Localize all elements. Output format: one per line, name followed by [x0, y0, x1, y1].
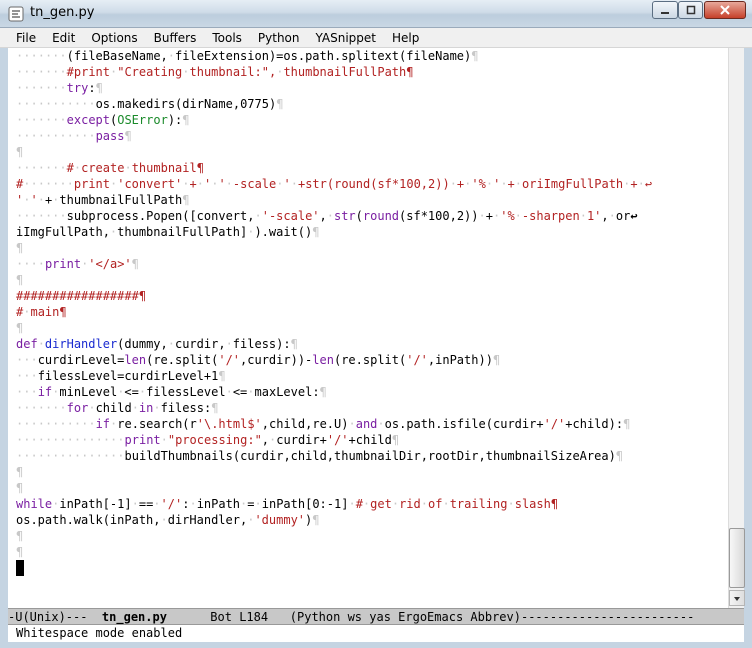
menu-tools[interactable]: Tools	[204, 28, 250, 48]
code-line[interactable]: while·inPath[-1]·==·'/':·inPath·=·inPath…	[16, 496, 558, 512]
menu-buffers[interactable]: Buffers	[146, 28, 205, 48]
menu-python[interactable]: Python	[250, 28, 308, 48]
scroll-down-button[interactable]	[729, 590, 745, 606]
window-frame-bottom	[0, 642, 752, 648]
code-line[interactable]: ···········os.makedirs(dirName,0775)¶	[16, 96, 283, 112]
code-line[interactable]: ···············buildThumbnails(curdir,ch…	[16, 448, 623, 464]
code-line[interactable]: #·······print·'convert'·+·'·'·-scale·'·+…	[16, 176, 652, 192]
code-line[interactable]: ¶	[16, 528, 23, 544]
code-line[interactable]: ¶	[16, 272, 23, 288]
code-editor[interactable]: ·······(fileBaseName,·fileExtension)=os.…	[8, 48, 728, 608]
code-line[interactable]: ···curdirLevel=len(re.split('/',curdir))…	[16, 352, 500, 368]
code-line[interactable]: ·······subprocess.Popen([convert,·'-scal…	[16, 208, 638, 224]
menu-options[interactable]: Options	[83, 28, 145, 48]
window-titlebar[interactable]: tn_gen.py	[0, 0, 752, 28]
code-line[interactable]: ···············print·"processing:",·curd…	[16, 432, 399, 448]
code-line[interactable]: ·······#print·"Creating·thumbnail:",·thu…	[16, 64, 413, 80]
modeline-position: Bot L184	[166, 610, 290, 624]
code-line[interactable]: ·······#·create·thumbnail¶	[16, 160, 204, 176]
text-cursor	[16, 560, 24, 576]
code-line[interactable]: ···filessLevel=curdirLevel+1¶	[16, 368, 226, 384]
modeline-prefix: -U(Unix)---	[8, 610, 102, 624]
code-line[interactable]: ···········if·re.search(r'\.html$',child…	[16, 416, 630, 432]
code-line[interactable]: #################¶	[16, 288, 146, 304]
maximize-button[interactable]	[678, 1, 703, 19]
window-title: tn_gen.py	[30, 5, 95, 20]
code-line[interactable]: ·······except(OSError):¶	[16, 112, 190, 128]
code-line[interactable]: ¶	[16, 144, 23, 160]
modeline-modes: (Python ws yas ErgoEmacs Abbrev)	[289, 610, 521, 624]
code-line[interactable]: ···if·minLevel·<=·filessLevel·<=·maxLeve…	[16, 384, 327, 400]
code-line[interactable]: '·'·+·thumbnailFullPath¶	[16, 192, 189, 208]
close-button[interactable]	[704, 1, 746, 19]
chevron-down-icon	[734, 597, 740, 601]
code-line[interactable]: iImgFullPath,·thumbnailFullPath]·).wait(…	[16, 224, 319, 240]
vertical-scrollbar[interactable]	[728, 48, 745, 608]
minimize-icon	[661, 12, 669, 14]
minimize-button[interactable]	[652, 1, 678, 19]
mode-line[interactable]: -U(Unix)--- tn_gen.py Bot L184 (Python w…	[8, 608, 744, 625]
code-line[interactable]: ·······for·child·in·filess:¶	[16, 400, 218, 416]
code-line[interactable]: ¶	[16, 240, 23, 256]
minibuffer-message: Whitespace mode enabled	[8, 625, 744, 642]
code-line[interactable]: ¶	[16, 480, 23, 496]
code-line[interactable]: def·dirHandler(dummy,·curdir,·filess):¶	[16, 336, 298, 352]
code-line[interactable]: ···········pass¶	[16, 128, 132, 144]
menu-edit[interactable]: Edit	[44, 28, 83, 48]
modeline-fill: ------------------------	[520, 610, 695, 624]
menu-yasnippet[interactable]: YASnippet	[308, 28, 385, 48]
window-frame-right	[744, 48, 752, 648]
code-line[interactable]: os.path.walk(inPath,·dirHandler,·'dummy'…	[16, 512, 320, 528]
close-icon	[720, 5, 730, 15]
maximize-icon	[686, 5, 695, 15]
menu-help[interactable]: Help	[384, 28, 427, 48]
code-line[interactable]: ¶	[16, 464, 23, 480]
code-line[interactable]: ¶	[16, 320, 23, 336]
menu-file[interactable]: File	[8, 28, 44, 48]
window-frame-left	[0, 48, 8, 648]
modeline-buffer-name: tn_gen.py	[101, 610, 167, 624]
emacs-app-icon	[8, 6, 24, 22]
code-line[interactable]: ¶	[16, 544, 23, 560]
code-line[interactable]: ·······(fileBaseName,·fileExtension)=os.…	[16, 48, 478, 64]
code-line[interactable]: #·main¶	[16, 304, 67, 320]
code-line[interactable]: ·······try:¶	[16, 80, 103, 96]
scrollbar-thumb[interactable]	[729, 528, 745, 588]
menu-bar: File Edit Options Buffers Tools Python Y…	[0, 28, 752, 48]
code-line[interactable]: ····print·'</a>'¶	[16, 256, 139, 272]
